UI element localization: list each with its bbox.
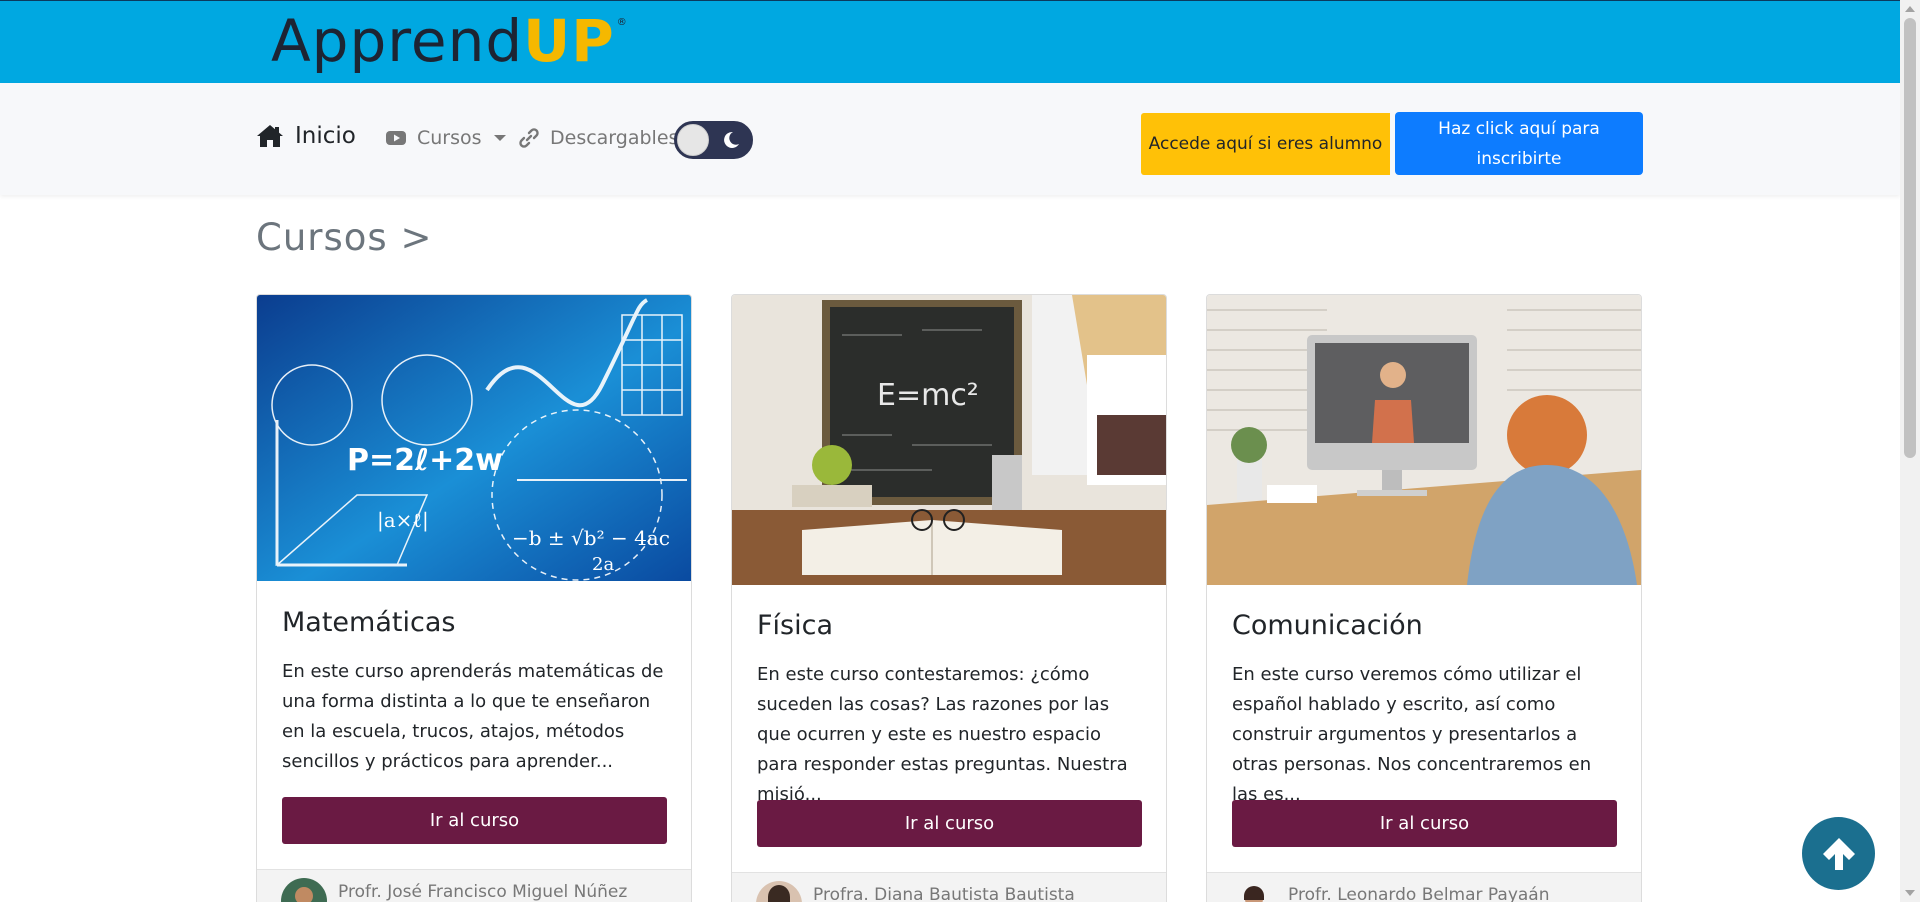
course-description: En este curso veremos cómo utilizar el e…	[1232, 664, 1592, 805]
arrow-up-icon	[1822, 837, 1855, 870]
teacher-name: Profra. Diana Bautista Bautista	[813, 885, 1075, 902]
svg-text:P=2ℓ+2w: P=2ℓ+2w	[347, 443, 503, 478]
scroll-up-arrow-icon[interactable]	[1905, 6, 1915, 12]
course-image-matematicas: P=2ℓ+2w −b ± √b² − 4ac 2a |a×ℓ|	[257, 295, 691, 581]
nav-home-label: Inicio	[295, 123, 356, 149]
course-teacher-footer: Profra. Diana Bautista Bautista	[732, 872, 1166, 902]
brand-bar: Apprend UP ®	[0, 0, 1900, 83]
nav-downloads-link[interactable]: Descargables	[518, 127, 678, 149]
dark-mode-toggle[interactable]	[674, 121, 753, 159]
course-image-comunicacion	[1207, 295, 1641, 585]
course-teacher-footer: Profr. Leonardo Belmar Payaán	[1207, 872, 1641, 902]
course-card-matematicas: P=2ℓ+2w −b ± √b² − 4ac 2a |a×ℓ| Matemáti…	[256, 294, 692, 902]
course-card-fisica: E=mc² Física En este curso contestaremos…	[731, 294, 1167, 902]
svg-text:−b ± √b² − 4ac: −b ± √b² − 4ac	[512, 526, 670, 550]
apprendup-logo[interactable]: Apprend UP ®	[271, 7, 628, 75]
toggle-knob	[677, 124, 709, 156]
nav-home-link[interactable]: Inicio	[255, 123, 356, 149]
course-title: Matemáticas	[282, 607, 456, 638]
course-teacher-footer: Profr. José Francisco Miguel Núñez	[257, 869, 691, 902]
go-to-course-button[interactable]: Ir al curso	[1232, 800, 1617, 847]
enroll-button[interactable]: Haz click aquí para inscribirte	[1395, 112, 1643, 175]
link-icon	[519, 128, 539, 148]
teacher-avatar	[281, 878, 327, 902]
scroll-to-top-button[interactable]	[1802, 817, 1875, 890]
scrollbar-thumb[interactable]	[1904, 18, 1916, 458]
go-to-course-button[interactable]: Ir al curso	[757, 800, 1142, 847]
teacher-avatar	[756, 881, 802, 902]
teacher-name: Profr. José Francisco Miguel Núñez	[338, 882, 628, 902]
course-description: En este curso aprenderás matemáticas de …	[282, 661, 664, 772]
svg-text:E=mc²: E=mc²	[877, 378, 979, 413]
course-title: Física	[757, 610, 833, 641]
course-description: En este curso contestaremos: ¿cómo suced…	[757, 664, 1128, 805]
logo-text-part1: Apprend	[271, 7, 524, 75]
go-to-course-button[interactable]: Ir al curso	[282, 797, 667, 844]
nav-courses-label: Cursos	[417, 127, 482, 149]
page-scrollbar[interactable]	[1900, 0, 1920, 902]
home-icon	[257, 125, 283, 147]
scroll-down-arrow-icon[interactable]	[1905, 890, 1915, 896]
course-image-fisica: E=mc²	[732, 295, 1166, 585]
youtube-icon	[386, 131, 406, 145]
teacher-avatar	[1231, 881, 1277, 902]
svg-text:|a×ℓ|: |a×ℓ|	[377, 508, 429, 533]
page-title: Cursos >	[256, 216, 433, 259]
caret-down-icon	[493, 135, 506, 141]
nav-downloads-label: Descargables	[550, 127, 679, 149]
svg-text:2a: 2a	[592, 554, 614, 575]
nav-courses-dropdown[interactable]: Cursos	[385, 127, 506, 149]
course-card-comunicacion: Comunicación En este curso veremos cómo …	[1206, 294, 1642, 902]
teacher-name: Profr. Leonardo Belmar Payaán	[1288, 885, 1550, 902]
logo-registered-mark: ®	[616, 17, 628, 28]
moon-icon	[724, 131, 739, 148]
course-title: Comunicación	[1232, 610, 1423, 641]
student-login-button[interactable]: Accede aquí si eres alumno	[1141, 113, 1390, 175]
main-navbar: Inicio Cursos Descargables Accede aquí s…	[0, 83, 1900, 195]
logo-text-part2: UP	[523, 7, 615, 75]
